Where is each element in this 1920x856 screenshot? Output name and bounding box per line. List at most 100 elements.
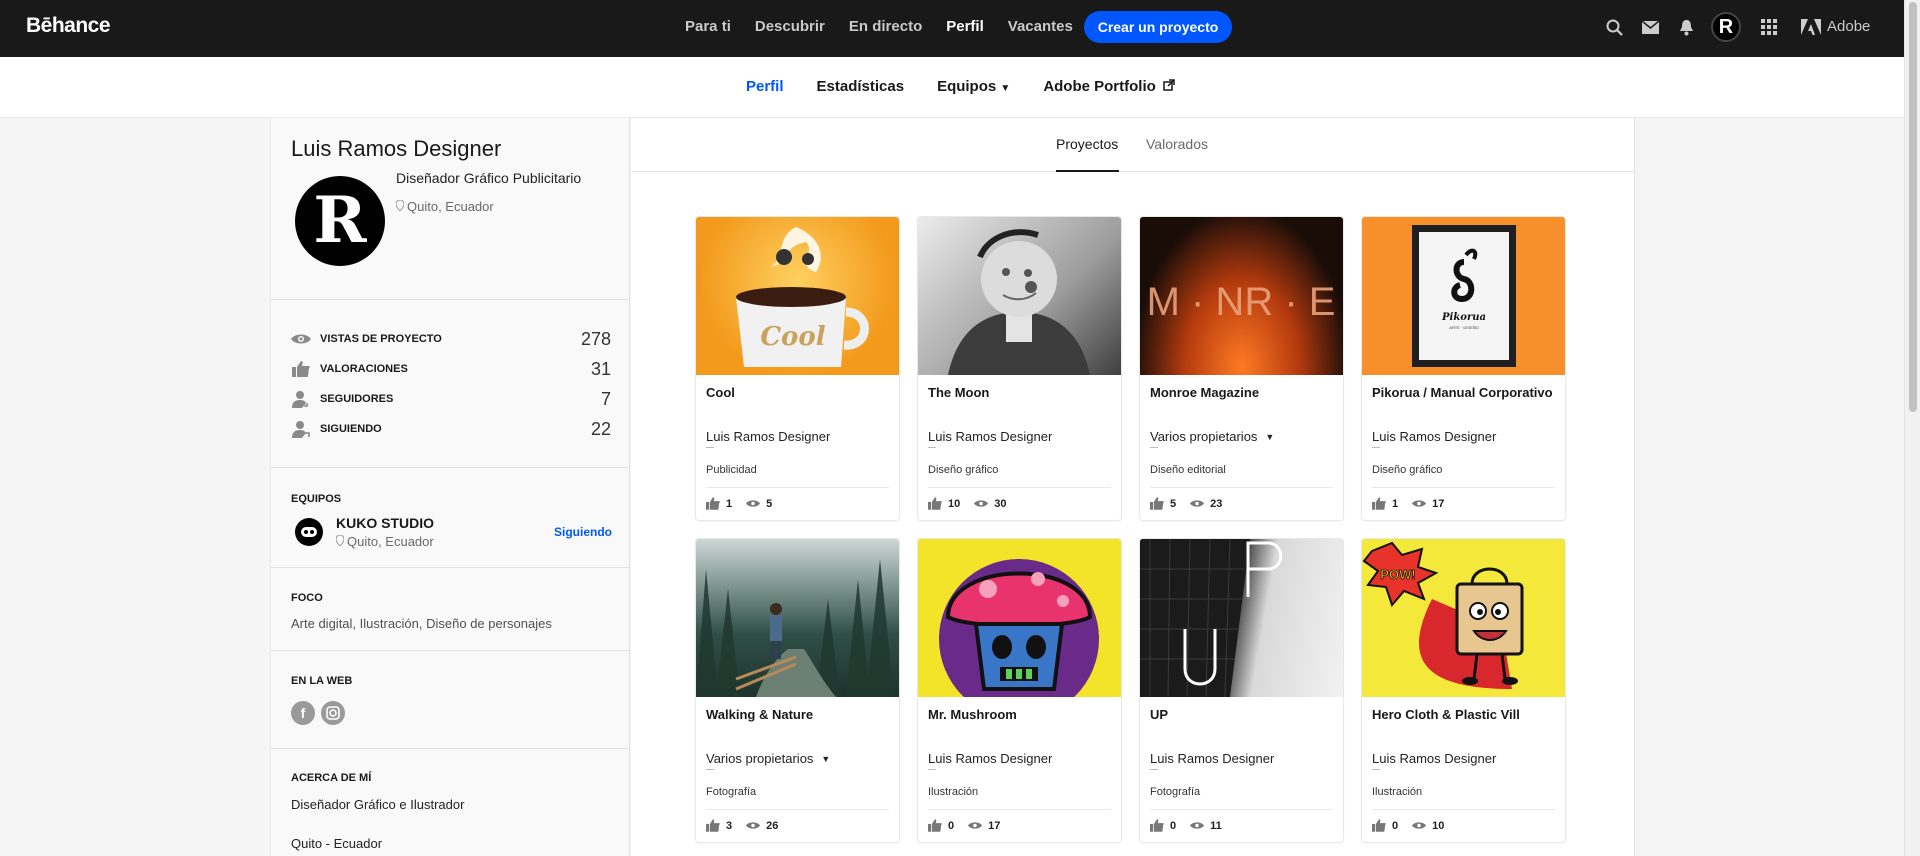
project-owner[interactable]: Luis Ramos Designer: [1372, 429, 1496, 444]
project-owner-name: Luis Ramos Designer: [928, 751, 1053, 766]
adobe-label: Adobe: [1827, 18, 1871, 35]
project-owner[interactable]: Luis Ramos Designer: [706, 429, 830, 444]
project-title[interactable]: Cool: [706, 385, 735, 400]
nav-link-perfil[interactable]: Perfil: [946, 18, 984, 35]
create-project-button[interactable]: Crear un proyecto: [1084, 11, 1232, 43]
subnav-perfil[interactable]: Perfil: [746, 78, 784, 95]
project-owner[interactable]: Varios propietarios ▼: [706, 751, 830, 766]
project-thumbnail[interactable]: [918, 217, 1121, 375]
project-thumbnail[interactable]: POW!: [1362, 539, 1565, 697]
tab-valorados[interactable]: Valorados: [1146, 136, 1208, 152]
owner-separator: [1372, 769, 1380, 770]
project-likes: 1: [726, 497, 733, 510]
eye-icon: [974, 499, 989, 508]
location-pin-icon: [395, 199, 405, 214]
project-card[interactable]: Walking & Nature Varios propietarios ▼ Fo…: [696, 539, 899, 842]
project-owner[interactable]: Luis Ramos Designer: [1372, 751, 1496, 766]
project-likes: 3: [726, 819, 733, 832]
stat-value: 7: [600, 388, 611, 409]
project-owner-name: Luis Ramos Designer: [928, 429, 1053, 444]
project-title[interactable]: Mr. Mushroom: [928, 707, 1017, 722]
project-card[interactable]: POW! Hero Cloth & Plastic Vill Luis Ramo…: [1362, 539, 1565, 842]
subnav-adobe-portfolio-label: Adobe Portfolio: [1043, 78, 1156, 95]
tab-proyectos[interactable]: Proyectos: [1056, 136, 1118, 152]
eye-icon: [1412, 499, 1427, 508]
project-title[interactable]: Pikorua / Manual Corporativo: [1372, 385, 1553, 400]
project-thumbnail[interactable]: [696, 539, 899, 697]
bell-icon[interactable]: [1676, 17, 1696, 37]
chevron-down-icon: ▼: [1000, 83, 1011, 94]
project-thumbnail[interactable]: Pikorua ARTE · DISEÑO: [1362, 217, 1565, 375]
project-card[interactable]: Cool Cool Luis Ramos Designer Publicidad…: [696, 217, 899, 520]
about-line-2: Quito - Ecuador: [291, 836, 383, 851]
profile-name: Luis Ramos Designer: [291, 136, 502, 161]
external-link-icon: [1159, 78, 1175, 95]
nav-link-vacantes[interactable]: Vacantes: [1008, 18, 1073, 35]
card-divider: [1150, 809, 1333, 810]
profile-subnav: Perfil Estadísticas Equipos ▼ Adobe Port…: [0, 57, 1904, 118]
mail-icon[interactable]: [1640, 17, 1660, 37]
project-views: 5: [766, 497, 773, 510]
nav-link-descubrir[interactable]: Descubrir: [755, 18, 825, 35]
project-views: 17: [988, 819, 1001, 832]
scrollbar-thumb[interactable]: [1909, 2, 1917, 412]
project-card[interactable]: UP Luis Ramos Designer Fotografía 0 11: [1140, 539, 1343, 842]
eye-icon: [746, 821, 761, 830]
project-thumbnail[interactable]: [1140, 539, 1343, 697]
project-title[interactable]: UP: [1150, 707, 1168, 722]
search-icon[interactable]: [1604, 17, 1624, 37]
project-field: Fotografía: [706, 786, 757, 798]
main-nav-links: Para ti Descubrir En directo Perfil Vaca…: [685, 18, 1073, 35]
project-owner[interactable]: Luis Ramos Designer: [928, 751, 1052, 766]
stat-label: SEGUIDORES: [320, 393, 394, 405]
project-card[interactable]: Pikorua ARTE · DISEÑO Pikorua / Manual C…: [1362, 217, 1565, 520]
project-thumbnail[interactable]: Cool: [696, 217, 899, 375]
project-thumbnail[interactable]: [918, 539, 1121, 697]
project-card[interactable]: M · NR · E Monroe Magazine Varios propie…: [1140, 217, 1343, 520]
adobe-link[interactable]: Adobe: [1801, 18, 1870, 35]
nav-link-en-directo[interactable]: En directo: [849, 18, 922, 35]
project-card[interactable]: The Moon Luis Ramos Designer Diseño gráf…: [918, 217, 1121, 520]
card-divider: [1372, 809, 1555, 810]
project-card[interactable]: Mr. Mushroom Luis Ramos Designer Ilustra…: [918, 539, 1121, 842]
team-name[interactable]: KUKO STUDIO: [336, 515, 434, 531]
project-owner[interactable]: Luis Ramos Designer: [1150, 751, 1274, 766]
project-stats: 0 10: [1372, 819, 1458, 832]
owner-separator: [1150, 769, 1158, 770]
project-title[interactable]: Walking & Nature: [706, 707, 813, 722]
team-following-button[interactable]: Siguiendo: [554, 525, 612, 539]
subnav-equipos[interactable]: Equipos ▼: [937, 78, 1010, 95]
projects-tabs: Proyectos Valorados: [631, 118, 1635, 172]
apps-grid-icon[interactable]: [1759, 17, 1779, 37]
project-field: Publicidad: [706, 464, 757, 476]
sidebar-divider: [271, 748, 630, 749]
subnav-estadisticas[interactable]: Estadísticas: [817, 78, 905, 95]
user-avatar[interactable]: R: [1711, 12, 1741, 42]
subnav-adobe-portfolio[interactable]: Adobe Portfolio: [1043, 78, 1175, 95]
thumbs-up-icon: [1372, 819, 1386, 832]
page-scrollbar[interactable]: [1904, 0, 1920, 856]
team-logo[interactable]: [295, 518, 323, 546]
project-title[interactable]: Monroe Magazine: [1150, 385, 1259, 400]
facebook-icon[interactable]: f: [291, 701, 315, 725]
project-owner[interactable]: Luis Ramos Designer: [928, 429, 1052, 444]
project-thumbnail[interactable]: M · NR · E: [1140, 217, 1343, 375]
project-field: Diseño editorial: [1150, 464, 1226, 476]
sidebar-divider: [271, 467, 630, 468]
project-owner-name: Luis Ramos Designer: [1150, 751, 1275, 766]
project-title[interactable]: Hero Cloth & Plastic Vill: [1372, 707, 1520, 722]
project-likes: 1: [1392, 497, 1399, 510]
behance-logo[interactable]: Bēhance: [26, 14, 111, 38]
project-owner[interactable]: Varios propietarios ▼: [1150, 429, 1274, 444]
eye-icon: [1190, 499, 1205, 508]
project-likes: 0: [948, 819, 955, 832]
eye-icon: [1190, 821, 1205, 830]
instagram-icon[interactable]: [321, 701, 345, 725]
nav-link-para-ti[interactable]: Para ti: [685, 18, 731, 35]
owner-separator: [1150, 447, 1158, 448]
stat-row-followers: SEGUIDORES 7: [291, 389, 611, 409]
about-title: ACERCA DE MÍ: [291, 772, 372, 784]
project-title[interactable]: The Moon: [928, 385, 989, 400]
owner-separator: [928, 769, 936, 770]
project-owner-name: Luis Ramos Designer: [1372, 429, 1497, 444]
